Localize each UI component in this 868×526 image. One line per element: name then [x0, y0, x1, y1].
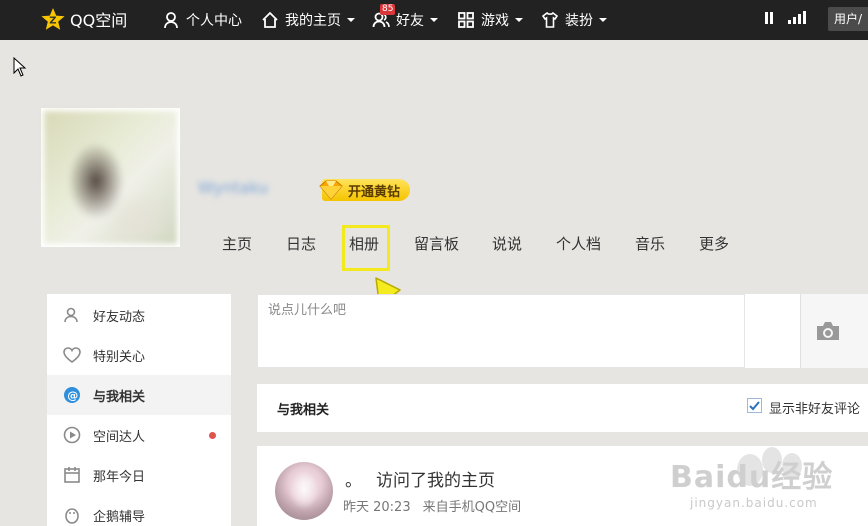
mouse-cursor-icon: [13, 57, 27, 77]
sidebar-item-label: 与我相关: [93, 389, 146, 405]
penguin-icon: [65, 508, 79, 524]
watermark-url: jingyan.baidu.com: [690, 496, 818, 510]
sidebar-item-label: 特别关心: [93, 349, 146, 365]
sidebar-item-label: 那年今日: [93, 469, 146, 485]
at-icon: @: [64, 387, 80, 403]
notification-dot: [209, 432, 216, 439]
home-icon: [262, 11, 278, 28]
checkmark-icon: [749, 401, 760, 411]
nav-games-label: 游戏: [481, 13, 509, 29]
checkbox-label: 显示非好友评论: [769, 402, 861, 417]
post-input[interactable]: [268, 303, 728, 318]
friends-count-badge: 85: [380, 4, 396, 15]
nav-friends-label: 好友: [396, 13, 424, 29]
feed-meta: 昨天 20:23 来自手机QQ空间: [343, 496, 533, 515]
logo-text: QQ空间: [70, 11, 128, 30]
sidebar-item-related-to-me[interactable]: @ 与我相关: [47, 375, 231, 415]
feed-source[interactable]: 来自手机QQ空间: [423, 500, 521, 515]
related-to-me-header: 与我相关 显示非好友评论: [257, 384, 868, 432]
left-sidebar: 好友动态 特别关心 @ 与我相关 空间达人 那年今日 企鹅辅导: [47, 294, 231, 526]
nav-decorate-label: 装扮: [565, 13, 593, 29]
camera-icon: [817, 322, 839, 340]
composer-spacer: [745, 294, 800, 368]
profile-username[interactable]: Wyntaku: [198, 176, 310, 200]
feed-action: 访问了我的主页: [376, 471, 495, 491]
friends-icon: [64, 307, 78, 323]
play-icon: [63, 426, 81, 444]
tab-profile-info[interactable]: 个人档: [556, 232, 601, 256]
tab-home[interactable]: 主页: [222, 232, 252, 256]
user-menu-button[interactable]: 用户/: [828, 7, 868, 31]
feed-text: 。访问了我的主页: [345, 466, 495, 491]
chevron-down-icon: [430, 18, 438, 22]
nav-my-homepage[interactable]: 我的主页: [261, 0, 355, 40]
sidebar-item-this-day[interactable]: 那年今日: [47, 455, 231, 495]
sidebar-item-penguin-tutoring[interactable]: 企鹅辅导: [47, 495, 231, 526]
nav-friends[interactable]: 85 好友: [372, 0, 438, 40]
nav-my-homepage-label: 我的主页: [285, 13, 341, 29]
person-icon: [164, 12, 178, 29]
svg-text:Z: Z: [49, 16, 56, 27]
sidebar-item-space-expert[interactable]: 空间达人: [47, 415, 231, 455]
nav-personal-center-label: 个人中心: [186, 13, 242, 29]
shirt-icon: [541, 11, 559, 28]
post-composer: [257, 294, 745, 368]
tab-message-board[interactable]: 留言板: [414, 232, 459, 256]
top-navigation-bar: Z QQ空间 个人中心 我的主页 85 好友 游戏 装扮 用户/: [0, 0, 868, 40]
tab-blog[interactable]: 日志: [286, 232, 316, 256]
profile-avatar[interactable]: [41, 108, 180, 247]
tab-more[interactable]: 更多: [699, 232, 729, 256]
diamond-icon: [319, 180, 343, 200]
chevron-down-icon: [347, 18, 355, 22]
album-highlight-box: [342, 225, 390, 271]
sidebar-item-label: 空间达人: [93, 429, 146, 445]
svg-text:@: @: [67, 389, 78, 402]
nav-personal-center[interactable]: 个人中心: [162, 0, 242, 40]
upload-photo-button[interactable]: [800, 294, 868, 368]
sidebar-item-label: 企鹅辅导: [93, 509, 146, 525]
pause-icon[interactable]: [764, 12, 774, 24]
vip-label: 开通黄钻: [348, 184, 401, 200]
avatar-image: [44, 111, 177, 244]
show-non-friend-comments-checkbox[interactable]: [747, 398, 762, 413]
nav-decorate[interactable]: 装扮: [541, 0, 607, 40]
section-title: 与我相关: [277, 403, 330, 418]
qzone-logo[interactable]: Z QQ空间: [40, 7, 127, 31]
nav-games[interactable]: 游戏: [457, 0, 523, 40]
open-yellow-diamond-button[interactable]: 开通黄钻: [319, 179, 411, 201]
calendar-icon: [64, 467, 80, 483]
feed-time: 昨天 20:23: [343, 500, 411, 515]
sidebar-item-label: 好友动态: [93, 309, 146, 325]
heart-icon: [63, 347, 81, 363]
chevron-down-icon: [599, 18, 607, 22]
visitor-name[interactable]: 。: [345, 471, 362, 491]
grid-icon: [458, 12, 474, 28]
tab-shuoshuo[interactable]: 说说: [492, 232, 522, 256]
sidebar-item-friend-feed[interactable]: 好友动态: [47, 295, 231, 335]
tab-music[interactable]: 音乐: [635, 232, 665, 256]
sidebar-item-special-care[interactable]: 特别关心: [47, 335, 231, 375]
chevron-down-icon: [515, 18, 523, 22]
watermark-text: Baidu经验: [670, 460, 834, 495]
visitor-avatar[interactable]: [275, 462, 333, 520]
signal-bars-icon[interactable]: [788, 11, 806, 24]
star-logo-icon: Z: [41, 8, 65, 30]
